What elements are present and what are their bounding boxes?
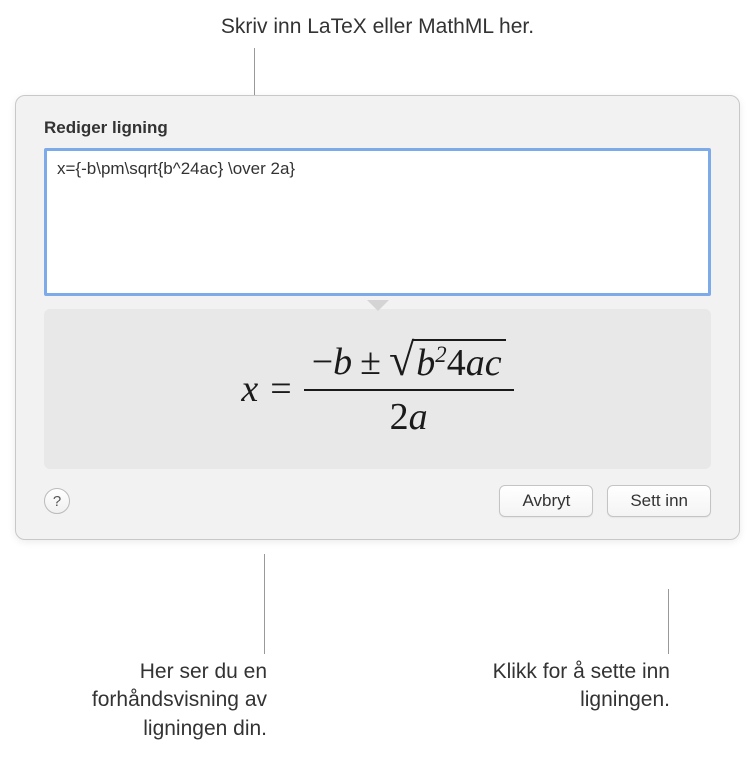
callout-preview: Her ser du en forhåndsvisning av ligning… xyxy=(55,658,267,743)
insert-button[interactable]: Sett inn xyxy=(607,485,711,517)
button-group: Avbryt Sett inn xyxy=(499,485,711,517)
preview-sqrt: √ b24ac xyxy=(389,339,506,385)
dialog-button-row: ? Avbryt Sett inn xyxy=(44,485,711,517)
radicand-exp: 2 xyxy=(435,342,446,368)
help-button[interactable]: ? xyxy=(44,488,70,514)
callout-insert: Klikk for å sette inn ligningen. xyxy=(410,658,670,715)
callout-line-preview xyxy=(264,554,265,654)
callout-line-insert xyxy=(668,589,669,654)
preview-radicand: b24ac xyxy=(412,339,505,385)
preview-neg-b: −b xyxy=(312,340,352,384)
radicand-4: 4 xyxy=(447,341,466,385)
preview-arrow-icon xyxy=(367,300,389,311)
cancel-button[interactable]: Avbryt xyxy=(499,485,593,517)
sqrt-icon: √ xyxy=(389,339,414,385)
preview-numerator: −b ± √ b24ac xyxy=(304,339,514,391)
equation-input[interactable]: x={-b\pm\sqrt{b^24ac} \over 2a} xyxy=(44,148,711,296)
dialog-title: Rediger ligning xyxy=(44,118,711,138)
preview-fraction: −b ± √ b24ac 2a xyxy=(304,339,514,439)
radicand-b: b xyxy=(416,341,435,385)
preview-equals: = xyxy=(270,367,291,411)
rendered-equation: x = −b ± √ b24ac 2a xyxy=(241,339,513,439)
equation-preview: x = −b ± √ b24ac 2a xyxy=(44,309,711,469)
preview-lhs: x xyxy=(241,367,258,411)
preview-pm: ± xyxy=(360,340,381,384)
callout-input: Skriv inn LaTeX eller MathML her. xyxy=(0,15,755,39)
preview-denominator: 2a xyxy=(390,391,428,439)
equation-dialog: Rediger ligning x={-b\pm\sqrt{b^24ac} \o… xyxy=(15,95,740,540)
radicand-ac: ac xyxy=(466,341,502,385)
